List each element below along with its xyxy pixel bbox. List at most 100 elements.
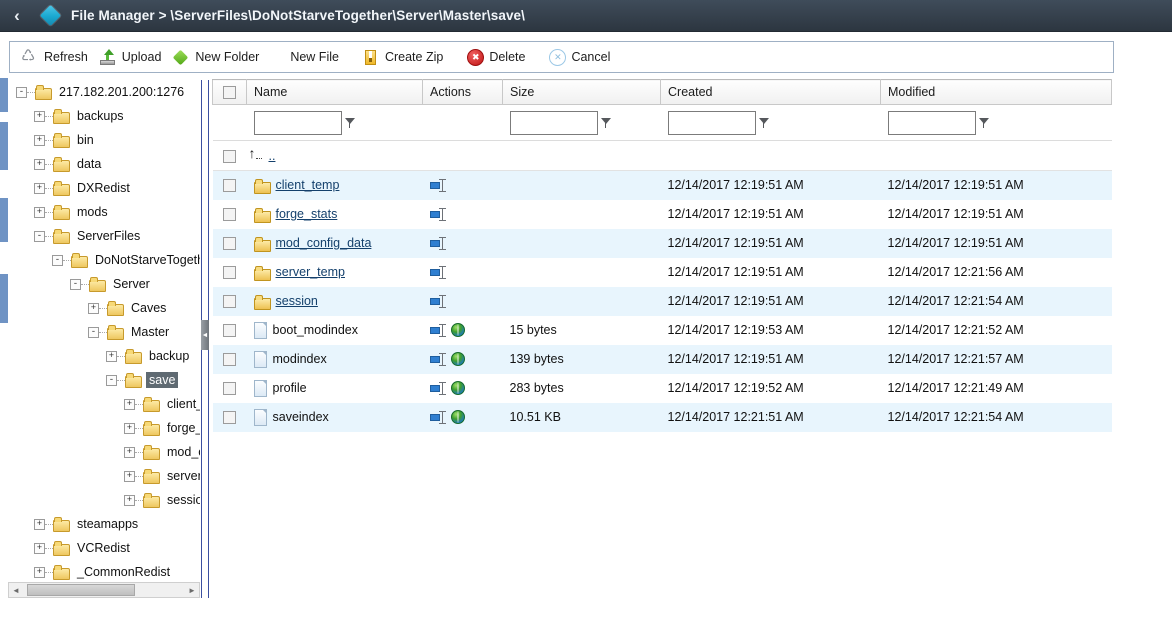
collapse-toggle-icon[interactable]: -: [52, 254, 63, 266]
new-file-button[interactable]: New File: [268, 43, 348, 71]
row-checkbox-cell[interactable]: [212, 199, 247, 229]
expand-toggle-icon[interactable]: +: [34, 134, 45, 146]
tree-node-save[interactable]: - save: [8, 368, 200, 392]
parent-directory-row[interactable]: ..: [212, 140, 1112, 171]
view-in-browser-globe-icon[interactable]: [450, 381, 465, 395]
row-checkbox-cell[interactable]: [212, 402, 247, 432]
table-row[interactable]: profile 283 bytes 12/14/2017 12:19:52 AM 12…: [212, 373, 1112, 403]
name-filter-funnel-icon[interactable]: [344, 117, 356, 129]
expand-toggle-icon[interactable]: +: [124, 422, 135, 434]
collapse-toggle-icon[interactable]: -: [16, 86, 27, 98]
tree-node-serverfiles[interactable]: - ServerFiles: [8, 224, 200, 248]
cell-name[interactable]: profile: [246, 373, 423, 403]
expand-toggle-icon[interactable]: +: [34, 110, 45, 122]
tree-node-server[interactable]: - Server: [8, 272, 200, 296]
tree-node--commonredist[interactable]: + _CommonRedist: [8, 560, 200, 580]
tree-node-mods[interactable]: + mods: [8, 200, 200, 224]
expand-toggle-icon[interactable]: +: [124, 494, 135, 506]
select-all-header[interactable]: [212, 79, 247, 105]
expand-toggle-icon[interactable]: +: [88, 302, 99, 314]
table-row[interactable]: session 12/14/2017 12:19:51 AM 12/14/2017 …: [212, 286, 1112, 316]
rename-icon[interactable]: [429, 178, 447, 192]
expand-toggle-icon[interactable]: +: [34, 182, 45, 194]
rename-icon[interactable]: [429, 352, 447, 366]
table-row[interactable]: modindex 139 bytes 12/14/2017 12:19:51 AM 1…: [212, 344, 1112, 374]
modified-filter-input[interactable]: [887, 110, 976, 135]
row-checkbox[interactable]: [223, 149, 236, 163]
table-row[interactable]: server_temp 12/14/2017 12:19:51 AM 12/14/2…: [212, 257, 1112, 287]
row-checkbox[interactable]: [223, 353, 236, 367]
delete-button[interactable]: Delete: [464, 43, 534, 71]
column-header-created[interactable]: Created: [660, 79, 881, 105]
table-row[interactable]: forge_stats 12/14/2017 12:19:51 AM 12/14/2…: [212, 199, 1112, 229]
cell-name[interactable]: mod_config_data: [246, 228, 423, 258]
tree-node-bin[interactable]: + bin: [8, 128, 200, 152]
splitter-collapse-handle[interactable]: ◄: [201, 320, 209, 350]
scroll-left-arrow-icon[interactable]: ◄: [9, 586, 23, 595]
column-header-actions[interactable]: Actions: [422, 79, 503, 105]
tree-node-data[interactable]: + data: [8, 152, 200, 176]
collapse-toggle-icon[interactable]: -: [70, 278, 81, 290]
tree-node-steamapps[interactable]: + steamapps: [8, 512, 200, 536]
folder-link[interactable]: mod_config_data: [276, 236, 372, 250]
tree-node-dxredist[interactable]: + DXRedist: [8, 176, 200, 200]
expand-toggle-icon[interactable]: +: [124, 470, 135, 482]
row-checkbox[interactable]: [223, 382, 236, 396]
scroll-right-arrow-icon[interactable]: ►: [185, 586, 199, 595]
tree-node-donotstarvetogether[interactable]: - DoNotStarveTogether: [8, 248, 200, 272]
created-filter-funnel-icon[interactable]: [758, 117, 770, 129]
collapse-toggle-icon[interactable]: -: [106, 374, 117, 386]
back-button[interactable]: ‹: [0, 0, 34, 32]
tree-node-client-t[interactable]: + client_t: [8, 392, 200, 416]
row-checkbox-cell[interactable]: [212, 257, 247, 287]
row-checkbox[interactable]: [223, 237, 236, 251]
cell-name[interactable]: session: [246, 286, 423, 316]
expand-toggle-icon[interactable]: +: [34, 518, 45, 530]
tree-node-forge-s[interactable]: + forge_s: [8, 416, 200, 440]
cell-name[interactable]: saveindex: [246, 402, 423, 432]
rename-icon[interactable]: [429, 381, 447, 395]
parent-row-checkbox-cell[interactable]: [212, 140, 247, 171]
expand-toggle-icon[interactable]: +: [34, 542, 45, 554]
row-checkbox-cell[interactable]: [212, 228, 247, 258]
row-checkbox[interactable]: [223, 266, 236, 280]
expand-toggle-icon[interactable]: +: [106, 350, 117, 362]
cell-name[interactable]: server_temp: [246, 257, 423, 287]
row-checkbox-cell[interactable]: [212, 315, 247, 345]
folder-link[interactable]: server_temp: [276, 265, 345, 279]
tree-node-backups[interactable]: + backups: [8, 104, 200, 128]
view-in-browser-globe-icon[interactable]: [450, 352, 465, 366]
expand-toggle-icon[interactable]: +: [34, 566, 45, 578]
new-folder-button[interactable]: New Folder: [170, 43, 268, 71]
row-checkbox[interactable]: [223, 208, 236, 222]
tree-node-master[interactable]: - Master: [8, 320, 200, 344]
row-checkbox-cell[interactable]: [212, 373, 247, 403]
parent-row-name-cell[interactable]: ..: [246, 140, 1112, 171]
tree-horizontal-scrollbar[interactable]: ◄ ►: [8, 582, 200, 598]
column-header-size[interactable]: Size: [502, 79, 661, 105]
expand-toggle-icon[interactable]: +: [34, 206, 45, 218]
folder-link[interactable]: client_temp: [276, 178, 340, 192]
table-row[interactable]: mod_config_data 12/14/2017 12:19:51 AM 12/…: [212, 228, 1112, 258]
modified-filter-funnel-icon[interactable]: [978, 117, 990, 129]
size-filter-input[interactable]: [509, 110, 598, 135]
column-header-modified[interactable]: Modified: [880, 79, 1112, 105]
tree-node-session[interactable]: + session: [8, 488, 200, 512]
expand-toggle-icon[interactable]: +: [124, 398, 135, 410]
scrollbar-thumb[interactable]: [27, 584, 135, 596]
cell-name[interactable]: client_temp: [246, 170, 423, 200]
row-checkbox-cell[interactable]: [212, 286, 247, 316]
rename-icon[interactable]: [429, 265, 447, 279]
cell-name[interactable]: forge_stats: [246, 199, 423, 229]
view-in-browser-globe-icon[interactable]: [450, 323, 465, 337]
row-checkbox[interactable]: [223, 179, 236, 193]
select-all-checkbox[interactable]: [223, 86, 236, 100]
tree-node-caves[interactable]: + Caves: [8, 296, 200, 320]
row-checkbox-cell[interactable]: [212, 170, 247, 200]
row-checkbox[interactable]: [223, 324, 236, 338]
tree-node-server-[interactable]: + server_: [8, 464, 200, 488]
column-header-name[interactable]: Name: [246, 79, 423, 105]
tree-node-backup[interactable]: + backup: [8, 344, 200, 368]
tree-node-217-182-201-200-1276[interactable]: - 217.182.201.200:1276: [8, 80, 200, 104]
collapse-toggle-icon[interactable]: -: [34, 230, 45, 242]
